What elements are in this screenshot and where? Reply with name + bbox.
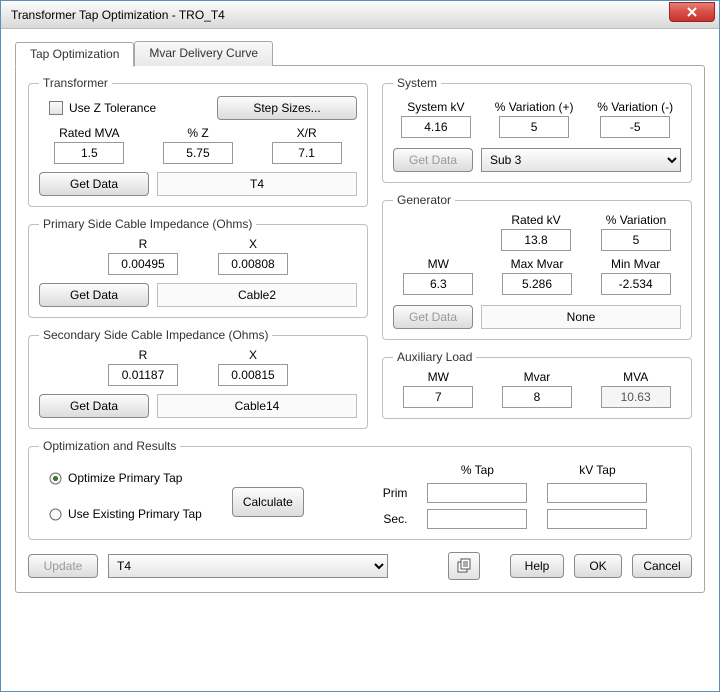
input-pct-z[interactable] — [163, 142, 233, 164]
label-system-kv: System kV — [407, 100, 464, 114]
label-use-existing: Use Existing Primary Tap — [68, 507, 202, 521]
button-update[interactable]: Update — [28, 554, 98, 578]
input-aux-mva — [601, 386, 671, 408]
input-gen-pct-var[interactable] — [601, 229, 671, 251]
combo-bottom[interactable]: T4 — [108, 554, 388, 578]
button-step-sizes[interactable]: Step Sizes... — [217, 96, 357, 120]
button-copy-icon[interactable] — [448, 552, 480, 580]
label-sec-r: R — [139, 348, 148, 362]
input-sec-x[interactable] — [218, 364, 288, 386]
label-optimize-primary: Optimize Primary Tap — [68, 471, 182, 485]
input-gen-rated-kv[interactable] — [501, 229, 571, 251]
label-prim-r: R — [139, 237, 148, 251]
group-opt-results: Optimization and Results Optimize Primar… — [28, 439, 692, 540]
group-generator: Generator Rated kV % Variation — [382, 193, 692, 340]
label-aux-mw: MW — [428, 370, 449, 384]
checkbox-use-z-tolerance[interactable] — [49, 101, 63, 115]
button-get-data-secondary[interactable]: Get Data — [39, 394, 149, 418]
button-get-data-generator[interactable]: Get Data — [393, 305, 473, 329]
radio-use-existing[interactable] — [49, 508, 62, 521]
group-system: System System kV % Variation (+) — [382, 76, 692, 183]
tab-mvar-curve[interactable]: Mvar Delivery Curve — [134, 41, 273, 66]
label-sec-x: X — [249, 348, 257, 362]
legend-transformer: Transformer — [39, 76, 112, 90]
legend-opt-results: Optimization and Results — [39, 439, 180, 453]
output-sec-pct-tap[interactable] — [427, 509, 527, 529]
legend-generator: Generator — [393, 193, 455, 207]
info-primary-cable: Cable2 — [157, 283, 357, 307]
input-system-kv[interactable] — [401, 116, 471, 138]
input-var-minus[interactable] — [600, 116, 670, 138]
button-help[interactable]: Help — [510, 554, 564, 578]
header-kv-tap: kV Tap — [547, 463, 647, 477]
label-rated-mva: Rated MVA — [59, 126, 119, 140]
input-gen-max-mvar[interactable] — [502, 273, 572, 295]
label-var-plus: % Variation (+) — [495, 100, 574, 114]
group-transformer: Transformer Use Z Tolerance Step Sizes..… — [28, 76, 368, 207]
label-aux-mva: MVA — [623, 370, 648, 384]
output-prim-kv-tap[interactable] — [547, 483, 647, 503]
input-xr[interactable] — [272, 142, 342, 164]
group-secondary-cable: Secondary Side Cable Impedance (Ohms) R … — [28, 328, 368, 429]
label-gen-max-mvar: Max Mvar — [511, 257, 564, 271]
legend-secondary-cable: Secondary Side Cable Impedance (Ohms) — [39, 328, 272, 342]
input-aux-mvar[interactable] — [502, 386, 572, 408]
titlebar: Transformer Tap Optimization - TRO_T4 — [1, 1, 719, 29]
label-gen-min-mvar: Min Mvar — [611, 257, 660, 271]
label-gen-pct-var: % Variation — [606, 213, 666, 227]
label-xr: X/R — [297, 126, 317, 140]
label-pct-z: % Z — [187, 126, 208, 140]
label-gen-rated-kv: Rated kV — [511, 213, 560, 227]
info-secondary-cable: Cable14 — [157, 394, 357, 418]
input-prim-r[interactable] — [108, 253, 178, 275]
output-sec-kv-tap[interactable] — [547, 509, 647, 529]
label-gen-mw: MW — [428, 257, 449, 271]
tab-strip: Tap Optimization Mvar Delivery Curve — [15, 41, 705, 66]
legend-primary-cable: Primary Side Cable Impedance (Ohms) — [39, 217, 256, 231]
window-title: Transformer Tap Optimization - TRO_T4 — [11, 8, 669, 22]
tab-tap-optimization[interactable]: Tap Optimization — [15, 42, 134, 67]
bottom-button-row: Update T4 Help OK Cancel — [28, 552, 692, 580]
close-button[interactable] — [669, 2, 715, 22]
group-primary-cable: Primary Side Cable Impedance (Ohms) R X — [28, 217, 368, 318]
button-get-data-system[interactable]: Get Data — [393, 148, 473, 172]
input-gen-min-mvar[interactable] — [601, 273, 671, 295]
label-aux-mvar: Mvar — [524, 370, 551, 384]
combo-system[interactable]: Sub 3 — [481, 148, 681, 172]
dialog-window: Transformer Tap Optimization - TRO_T4 Ta… — [0, 0, 720, 692]
header-pct-tap: % Tap — [427, 463, 527, 477]
info-generator: None — [481, 305, 681, 329]
input-prim-x[interactable] — [218, 253, 288, 275]
input-aux-mw[interactable] — [403, 386, 473, 408]
button-get-data-primary[interactable]: Get Data — [39, 283, 149, 307]
output-prim-pct-tap[interactable] — [427, 483, 527, 503]
input-gen-mw[interactable] — [403, 273, 473, 295]
radio-optimize-primary[interactable] — [49, 472, 62, 485]
input-var-plus[interactable] — [499, 116, 569, 138]
label-sec-row: Sec. — [367, 512, 407, 526]
input-rated-mva[interactable] — [54, 142, 124, 164]
group-aux-load: Auxiliary Load MW Mvar MVA — [382, 350, 692, 419]
tab-panel: Transformer Use Z Tolerance Step Sizes..… — [15, 65, 705, 593]
info-transformer: T4 — [157, 172, 357, 196]
copy-icon — [455, 557, 473, 575]
button-cancel[interactable]: Cancel — [632, 554, 692, 578]
button-ok[interactable]: OK — [574, 554, 622, 578]
input-sec-r[interactable] — [108, 364, 178, 386]
label-var-minus: % Variation (-) — [597, 100, 673, 114]
label-prim-row: Prim — [367, 486, 407, 500]
label-use-z-tolerance: Use Z Tolerance — [69, 101, 156, 115]
legend-aux-load: Auxiliary Load — [393, 350, 476, 364]
legend-system: System — [393, 76, 441, 90]
content-area: Tap Optimization Mvar Delivery Curve Tra… — [1, 29, 719, 603]
button-get-data-transformer[interactable]: Get Data — [39, 172, 149, 196]
label-prim-x: X — [249, 237, 257, 251]
close-icon — [687, 7, 697, 17]
button-calculate[interactable]: Calculate — [232, 487, 304, 517]
